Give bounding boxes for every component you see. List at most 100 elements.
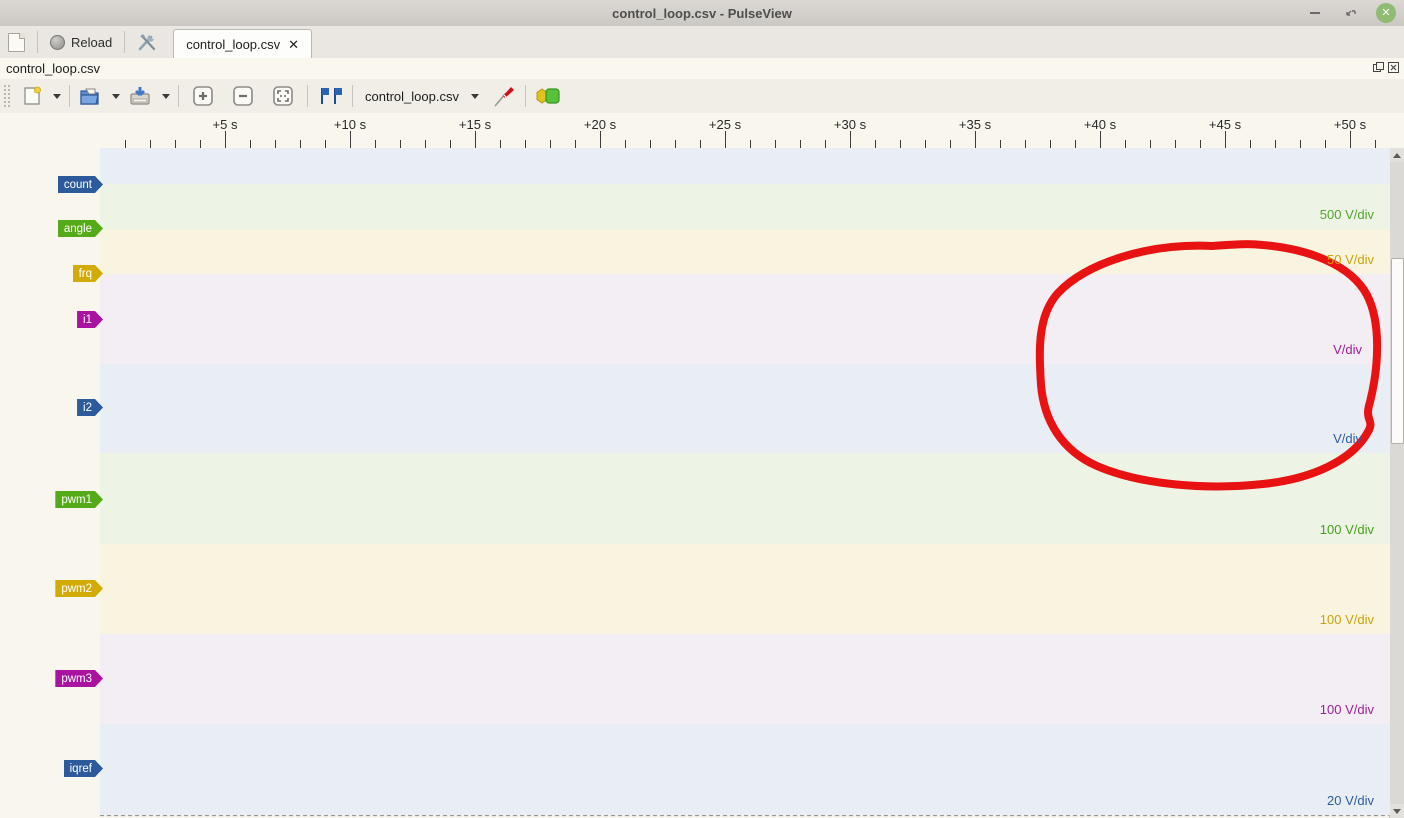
vdiv-label-pwm3: 100 V/div xyxy=(1320,702,1374,717)
trace-band-pwm1 xyxy=(100,453,1390,544)
ruler-minor-tick xyxy=(750,140,751,148)
scroll-down-button[interactable] xyxy=(1390,804,1404,818)
ruler-minor-tick xyxy=(500,140,501,148)
ruler-minor-tick xyxy=(1325,140,1326,148)
open-file-button[interactable] xyxy=(74,82,106,110)
scroll-up-button[interactable] xyxy=(1390,148,1404,162)
ruler-major-tick xyxy=(725,131,726,148)
trace-band-iqref xyxy=(100,724,1390,815)
flags-icon xyxy=(316,85,344,107)
dropdown-caret-icon xyxy=(471,94,479,99)
close-button[interactable]: ✕ xyxy=(1376,3,1396,23)
dropdown-caret-icon xyxy=(162,94,170,99)
tab-bar: Reload control_loop.csv ✕ xyxy=(0,26,1404,59)
trace-band-i2 xyxy=(100,364,1390,453)
separator xyxy=(37,31,38,53)
settings-button[interactable] xyxy=(129,29,165,55)
restore-button[interactable] xyxy=(1340,2,1362,24)
float-dock-icon[interactable] xyxy=(1372,61,1385,74)
ruler-minor-tick xyxy=(1050,140,1051,148)
separator xyxy=(525,85,526,107)
signal-tag-pwm2[interactable]: pwm2 xyxy=(55,580,103,597)
save-file-button[interactable] xyxy=(124,82,156,110)
ruler-minor-tick xyxy=(400,140,401,148)
trace-band-count xyxy=(100,148,1390,184)
session-file-label: control_loop.csv xyxy=(0,61,100,76)
open-folder-icon xyxy=(78,85,102,107)
ruler-minor-tick xyxy=(550,140,551,148)
vdiv-label-angle: 500 V/div xyxy=(1320,207,1374,222)
ruler-minor-tick xyxy=(775,140,776,148)
ruler-major-tick xyxy=(475,131,476,148)
ruler-minor-tick xyxy=(1000,140,1001,148)
ruler-minor-tick xyxy=(1125,140,1126,148)
ruler-major-tick xyxy=(225,131,226,148)
tab-control-loop-csv[interactable]: control_loop.csv ✕ xyxy=(173,29,312,59)
zoom-in-button[interactable] xyxy=(187,82,219,110)
minimize-button[interactable] xyxy=(1304,2,1326,24)
pulseview-window: control_loop.csv - PulseView ✕ Reload xyxy=(0,0,1404,818)
ruler-minor-tick xyxy=(150,140,151,148)
ruler-minor-tick xyxy=(1150,140,1151,148)
ruler-minor-tick xyxy=(1075,140,1076,148)
ruler-minor-tick xyxy=(300,140,301,148)
zoom-out-button[interactable] xyxy=(227,82,259,110)
open-file-dropdown[interactable] xyxy=(106,91,124,102)
toolbar-grip[interactable] xyxy=(3,84,11,108)
ruler-minor-tick xyxy=(1275,140,1276,148)
signal-tag-pwm3[interactable]: pwm3 xyxy=(55,670,103,687)
vertical-scrollbar[interactable] xyxy=(1389,148,1404,818)
ruler-minor-tick xyxy=(650,140,651,148)
device-selector[interactable]: control_loop.csv xyxy=(357,89,487,104)
new-file-dropdown[interactable] xyxy=(47,91,65,102)
ruler-minor-tick xyxy=(800,140,801,148)
dropdown-caret-icon xyxy=(53,94,61,99)
signal-tag-iqref[interactable]: iqref xyxy=(64,760,103,777)
scrollbar-thumb[interactable] xyxy=(1391,258,1404,444)
separator xyxy=(307,85,308,107)
ruler-major-tick xyxy=(1225,131,1226,148)
tab-close-icon[interactable]: ✕ xyxy=(288,37,299,53)
ruler-major-tick xyxy=(850,131,851,148)
signal-tag-pwm1[interactable]: pwm1 xyxy=(55,491,103,508)
signal-tag-count[interactable]: count xyxy=(58,176,103,193)
ruler-minor-tick xyxy=(1375,140,1376,148)
ruler-minor-tick xyxy=(200,140,201,148)
reload-button[interactable]: Reload xyxy=(42,32,120,53)
close-dock-icon[interactable] xyxy=(1387,61,1400,74)
trace-band-i1 xyxy=(100,274,1390,364)
ruler-major-tick xyxy=(1350,131,1351,148)
vdiv-label-i2: V/div xyxy=(1333,431,1362,446)
new-file-button[interactable] xyxy=(17,82,47,110)
zoom-to-flags-button[interactable] xyxy=(312,82,348,110)
ruler-minor-tick xyxy=(525,140,526,148)
ruler-minor-tick xyxy=(325,140,326,148)
dropdown-caret-icon xyxy=(112,94,120,99)
ruler-major-tick xyxy=(975,131,976,148)
ruler-major-tick xyxy=(1100,131,1101,148)
ruler-minor-tick xyxy=(1300,140,1301,148)
decoder-icon xyxy=(534,85,564,107)
time-ruler[interactable]: +5 s+10 s+15 s+20 s+25 s+30 s+35 s+40 s+… xyxy=(0,113,1404,148)
ruler-minor-tick xyxy=(900,140,901,148)
add-decoder-button[interactable] xyxy=(530,82,568,110)
zoom-fit-button[interactable] xyxy=(267,82,299,110)
new-session-button[interactable] xyxy=(0,30,33,55)
probe-icon xyxy=(491,83,517,109)
window-title: control_loop.csv - PulseView xyxy=(612,6,792,21)
probe-button[interactable] xyxy=(487,80,521,112)
ruler-minor-tick xyxy=(675,140,676,148)
ruler-major-tick xyxy=(600,131,601,148)
trace-band-frq xyxy=(100,229,1390,274)
signal-tag-angle[interactable]: angle xyxy=(58,220,103,237)
ruler-minor-tick xyxy=(700,140,701,148)
arrow-up-icon xyxy=(1393,153,1401,158)
save-icon xyxy=(128,85,152,107)
vdiv-label-pwm1: 100 V/div xyxy=(1320,522,1374,537)
ruler-minor-tick xyxy=(1175,140,1176,148)
ruler-tick-label: +25 s xyxy=(709,117,741,132)
ruler-tick-label: +10 s xyxy=(334,117,366,132)
ruler-minor-tick xyxy=(275,140,276,148)
ruler-minor-tick xyxy=(250,140,251,148)
save-file-dropdown[interactable] xyxy=(156,91,174,102)
